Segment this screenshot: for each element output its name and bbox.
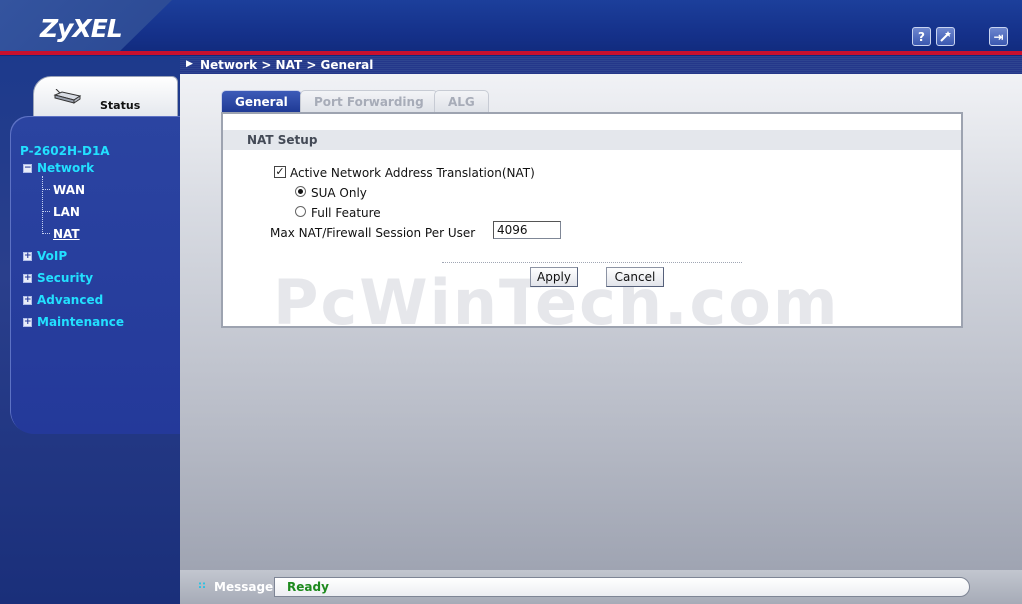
nav-item-advanced[interactable]: + Advanced: [23, 293, 103, 307]
breadcrumb: Network > NAT > General: [200, 58, 374, 72]
breadcrumb-bar: ▶ Network > NAT > General: [180, 56, 1022, 74]
nav-item-label: Advanced: [37, 293, 104, 307]
collapse-icon[interactable]: −: [23, 163, 32, 173]
device-name: P-2602H-D1A: [20, 144, 110, 158]
wand-icon: [940, 31, 951, 42]
nat-checkbox-label: Active Network Address Translation(NAT): [290, 166, 535, 180]
main-content: ▶ Network > NAT > General General Port F…: [180, 56, 1022, 570]
tree-branch: [42, 189, 50, 190]
divider: [442, 262, 742, 263]
sidebar-item-wan[interactable]: WAN: [53, 183, 85, 197]
breadcrumb-arrow-icon: ▶: [186, 59, 193, 69]
full-feature-label: Full Feature: [311, 206, 381, 220]
expand-icon[interactable]: +: [23, 317, 32, 327]
message-box: Ready: [274, 577, 970, 597]
nav-item-voip[interactable]: + VoIP: [23, 249, 67, 263]
nav-item-label: Network: [37, 161, 95, 175]
nat-checkbox[interactable]: ✓: [274, 166, 286, 178]
nav-item-maintenance[interactable]: + Maintenance: [23, 315, 124, 329]
expand-icon[interactable]: +: [23, 295, 32, 305]
tab-alg[interactable]: ALG: [434, 90, 489, 112]
sua-only-radio[interactable]: [295, 186, 306, 197]
sidebar-item-lan[interactable]: LAN: [53, 205, 80, 219]
expand-icon[interactable]: +: [23, 273, 32, 283]
apply-button[interactable]: Apply: [530, 267, 578, 287]
message-text: Ready: [287, 580, 329, 594]
nav-item-security[interactable]: + Security: [23, 271, 93, 285]
help-icon[interactable]: ?: [912, 27, 931, 46]
nav-item-label: Maintenance: [37, 315, 125, 329]
session-label: Max NAT/Firewall Session Per User: [270, 226, 476, 240]
expand-icon[interactable]: +: [23, 251, 32, 261]
logout-icon[interactable]: ⇥: [989, 27, 1008, 46]
cancel-button[interactable]: Cancel: [606, 267, 664, 287]
router-icon: [53, 89, 82, 104]
tree-line: [42, 176, 43, 234]
tree-branch: [42, 211, 50, 212]
nav-item-network[interactable]: − Network: [23, 161, 94, 175]
session-input[interactable]: [493, 221, 561, 239]
section-header: NAT Setup: [223, 130, 961, 150]
section-title: NAT Setup: [247, 133, 318, 147]
wizard-icon[interactable]: [936, 27, 955, 46]
tab-port-forwarding[interactable]: Port Forwarding: [300, 90, 438, 112]
tab-general[interactable]: General: [221, 90, 302, 112]
sidebar: Status P-2602H-D1A − Network WAN LAN NAT…: [0, 56, 180, 604]
message-label: Message: [214, 580, 274, 594]
tree-branch: [42, 233, 50, 234]
message-bar: :: Message Ready: [180, 570, 1022, 604]
nav-item-label: Security: [37, 271, 94, 285]
zyxel-logo: ZyXEL: [40, 14, 123, 43]
full-feature-radio[interactable]: [295, 206, 306, 217]
message-icon: ::: [198, 580, 206, 591]
nav-item-label: VoIP: [37, 249, 68, 263]
sidebar-item-nat[interactable]: NAT: [53, 227, 80, 241]
header-red-stripe: [0, 51, 1022, 55]
nat-setup-panel: PcWinTech.com NAT Setup ✓ Active Network…: [221, 112, 963, 339]
status-label: Status: [100, 99, 141, 112]
sua-only-label: SUA Only: [311, 186, 367, 200]
top-header: ZyXEL ? ⇥: [0, 0, 1022, 56]
